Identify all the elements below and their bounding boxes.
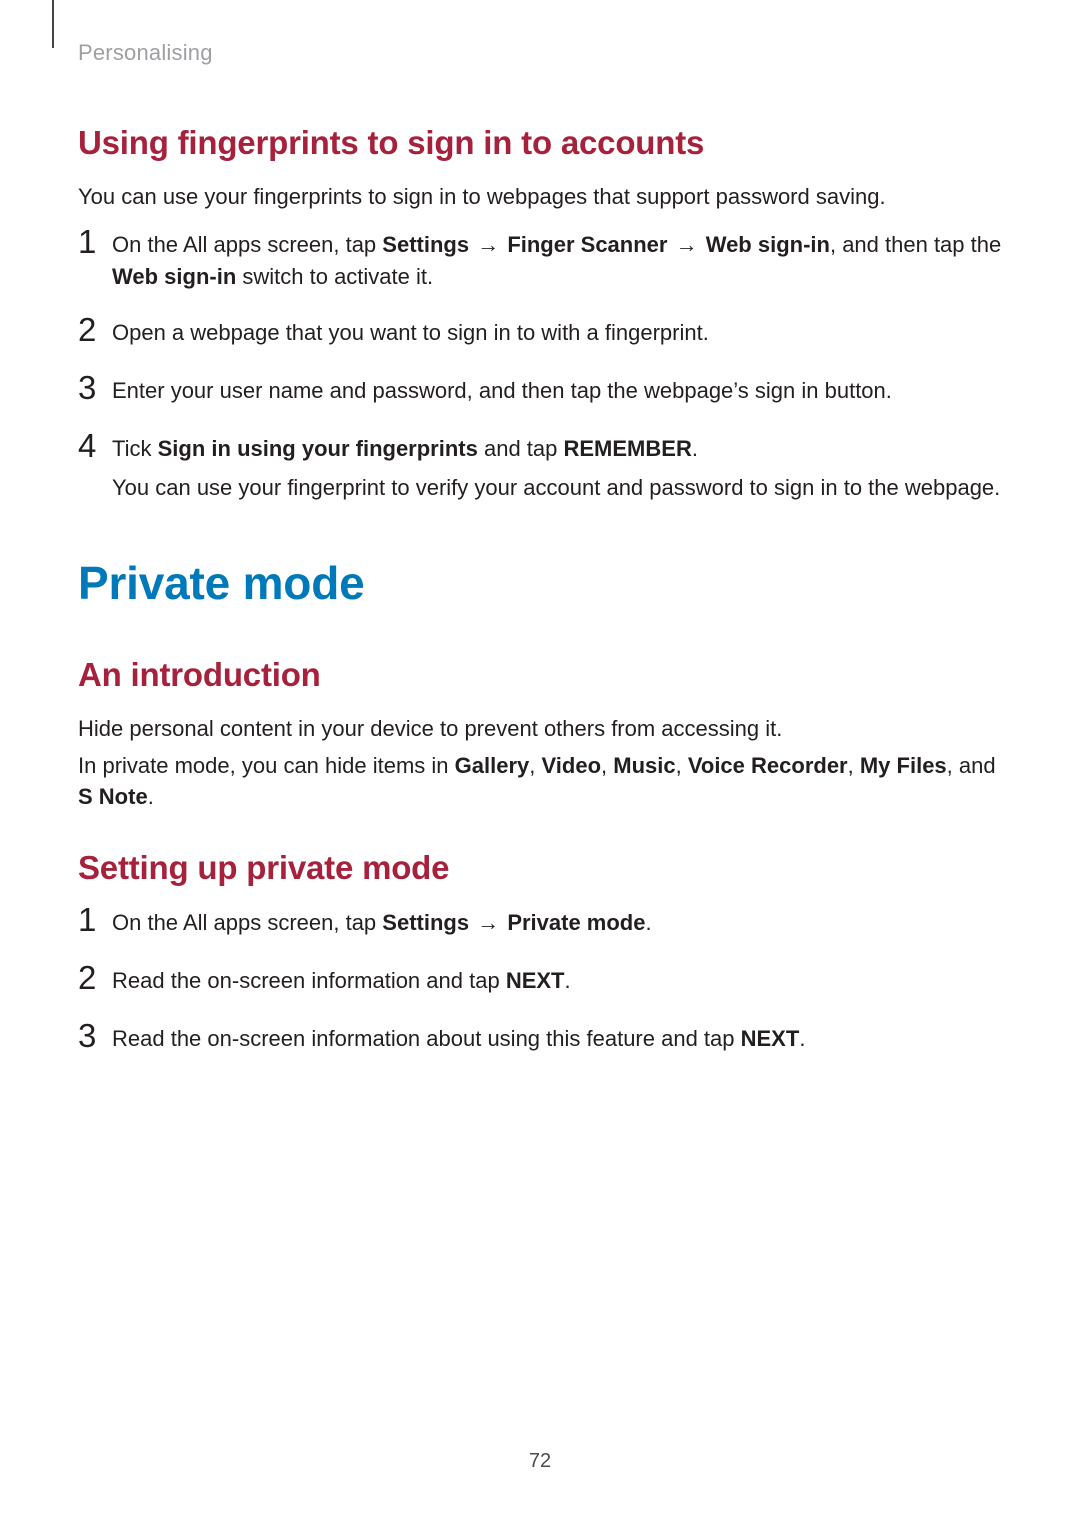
text-fragment: Tick [112, 436, 158, 461]
bold-text: S Note [78, 784, 148, 809]
step-text: Tick Sign in using your fingerprints and… [112, 433, 1002, 465]
text-fragment: On the All apps screen, tap [112, 232, 382, 257]
step-number: 4 [78, 427, 108, 465]
list-item: 1 On the All apps screen, tap Settings →… [78, 907, 1002, 941]
heading-fingerprints: Using fingerprints to sign in to account… [78, 124, 1002, 162]
heading-introduction: An introduction [78, 656, 1002, 694]
text-fragment: , [529, 753, 541, 778]
step-text: Read the on-screen information and tap N… [112, 965, 1002, 997]
text-fragment: , and then tap the [830, 232, 1001, 257]
step-note: You can use your fingerprint to verify y… [112, 472, 1002, 504]
bold-text: Web sign-in [706, 232, 830, 257]
text-fragment: , [601, 753, 613, 778]
text-fragment: . [148, 784, 154, 809]
step-number: 1 [78, 901, 108, 939]
page-container: Personalising Using fingerprints to sign… [0, 0, 1080, 1057]
text-fragment: . [799, 1026, 805, 1051]
text-fragment: In private mode, you can hide items in [78, 753, 455, 778]
text-fragment: and tap [478, 436, 564, 461]
list-item: 2 Read the on-screen information and tap… [78, 965, 1002, 999]
bold-text: Settings [382, 232, 469, 257]
bold-text: Web sign-in [112, 264, 236, 289]
step-number: 3 [78, 1017, 108, 1055]
intro-text: You can use your fingerprints to sign in… [78, 182, 1002, 213]
text-fragment: , and [947, 753, 996, 778]
step-text: On the All apps screen, tap Settings → P… [112, 907, 1002, 939]
bold-text: Settings [382, 910, 469, 935]
heading-private-mode: Private mode [78, 556, 1002, 610]
section-setup: Setting up private mode 1 On the All app… [78, 849, 1002, 1057]
text-fragment: . [692, 436, 698, 461]
text-fragment: Read the on-screen information and tap [112, 968, 506, 993]
arrow-icon: → [469, 232, 507, 257]
steps-list-fingerprints: 1 On the All apps screen, tap Settings →… [78, 229, 1002, 505]
section-introduction: An introduction Hide personal content in… [78, 656, 1002, 812]
bold-text: REMEMBER [564, 436, 692, 461]
list-item: 2 Open a webpage that you want to sign i… [78, 317, 1002, 351]
step-text: Enter your user name and password, and t… [112, 375, 1002, 407]
bold-text: Voice Recorder [688, 753, 848, 778]
list-item: 3 Read the on-screen information about u… [78, 1023, 1002, 1057]
text-fragment: , [848, 753, 860, 778]
step-number: 3 [78, 369, 108, 407]
crop-mark [52, 0, 54, 48]
arrow-icon: → [667, 232, 705, 257]
step-number: 1 [78, 223, 108, 261]
text-fragment: On the All apps screen, tap [112, 910, 382, 935]
section-fingerprints: Using fingerprints to sign in to account… [78, 124, 1002, 504]
bold-text: My Files [860, 753, 947, 778]
page-number: 72 [0, 1450, 1080, 1473]
step-number: 2 [78, 311, 108, 349]
step-text: Open a webpage that you want to sign in … [112, 317, 1002, 349]
bold-text: NEXT [506, 968, 565, 993]
running-header: Personalising [78, 40, 1002, 66]
text-fragment: switch to activate it. [236, 264, 433, 289]
steps-list-setup: 1 On the All apps screen, tap Settings →… [78, 907, 1002, 1057]
step-text: Read the on-screen information about usi… [112, 1023, 1002, 1055]
list-item: 4 Tick Sign in using your fingerprints a… [78, 433, 1002, 505]
bold-text: Sign in using your fingerprints [158, 436, 478, 461]
list-item: 1 On the All apps screen, tap Settings →… [78, 229, 1002, 293]
bold-text: Video [542, 753, 602, 778]
bold-text: Music [613, 753, 675, 778]
bold-text: Gallery [455, 753, 530, 778]
bold-text: Private mode [507, 910, 645, 935]
heading-setup: Setting up private mode [78, 849, 1002, 887]
text-fragment: , [676, 753, 688, 778]
intro-p1: Hide personal content in your device to … [78, 714, 1002, 745]
bold-text: NEXT [741, 1026, 800, 1051]
text-fragment: . [565, 968, 571, 993]
step-text: On the All apps screen, tap Settings → F… [112, 229, 1002, 293]
text-fragment: Read the on-screen information about usi… [112, 1026, 741, 1051]
step-number: 2 [78, 959, 108, 997]
list-item: 3 Enter your user name and password, and… [78, 375, 1002, 409]
arrow-icon: → [469, 910, 507, 935]
text-fragment: . [645, 910, 651, 935]
bold-text: Finger Scanner [507, 232, 667, 257]
intro-p2: In private mode, you can hide items in G… [78, 751, 1002, 813]
